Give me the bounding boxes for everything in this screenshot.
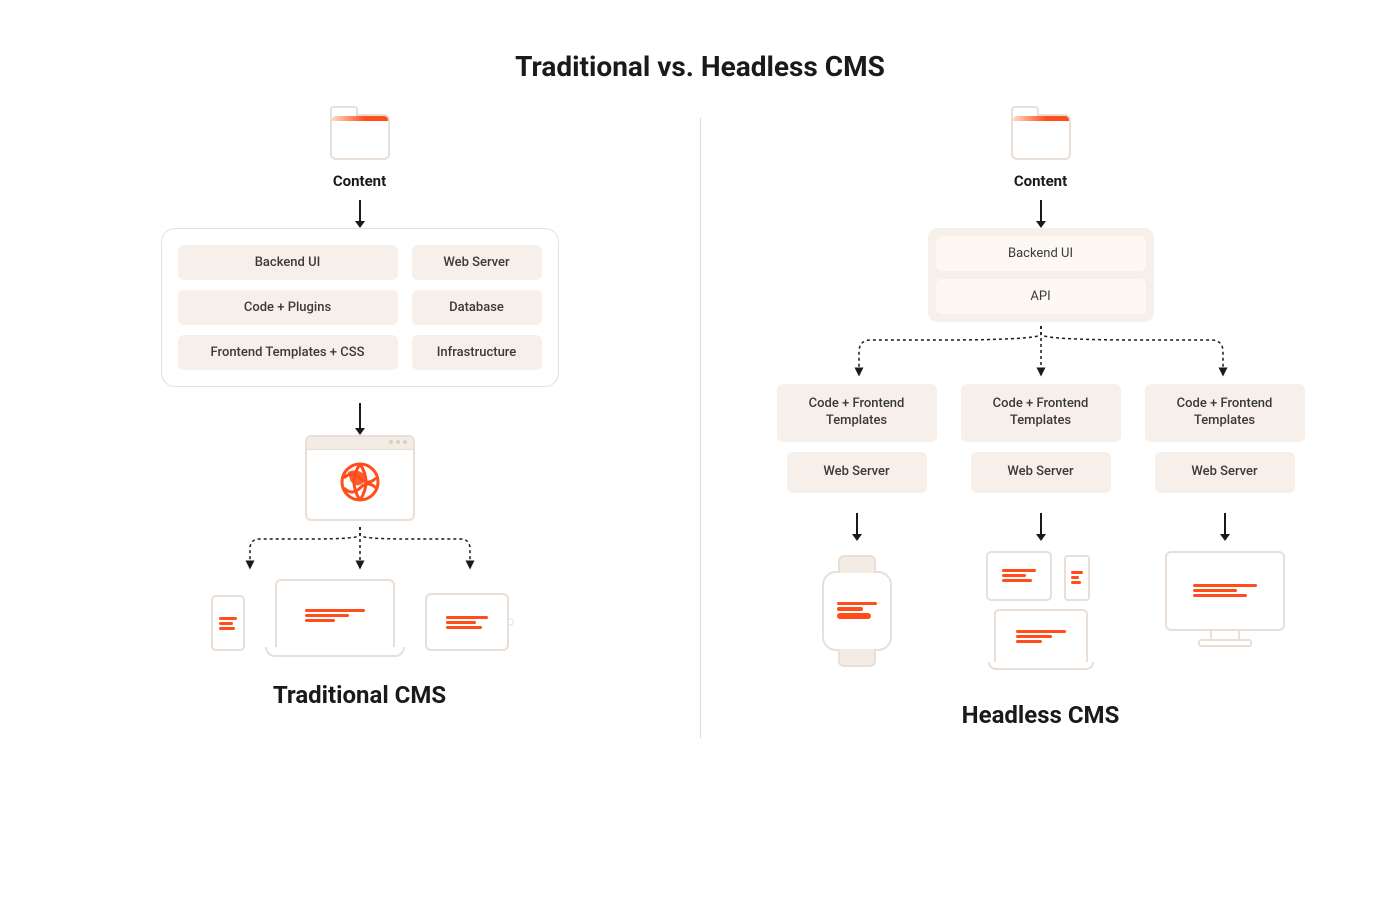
pill-web-server: Web Server [787,452,927,493]
pill-web-server: Web Server [412,245,542,280]
headless-branches: Code + Frontend Templates Web Server Cod… [777,384,1305,671]
pill-code-frontend: Code + Frontend Templates [777,384,937,442]
branch-2: Code + Frontend Templates Web Server [961,384,1121,671]
branch-dashed-wide-icon [781,322,1301,378]
arrow-down-icon [359,200,361,222]
pill-web-server: Web Server [971,452,1111,493]
monolith-stack: Backend UI Code + Plugins Frontend Templ… [161,228,559,387]
subtitle-headless: Headless CMS [962,701,1120,729]
smartwatch-icon [822,571,892,651]
branch-dashed-icon [220,525,500,571]
arrow-down-icon [1040,200,1042,222]
pill-frontend-templates: Frontend Templates + CSS [178,335,398,370]
pill-code-frontend: Code + Frontend Templates [961,384,1121,442]
pill-backend-ui: Backend UI [178,245,398,280]
pill-code-plugins: Code + Plugins [178,290,398,325]
folder-icon [330,114,390,160]
arrow-down-icon [856,513,858,535]
headless-column: Content Backend UI API Code + Frontend T… [701,108,1381,729]
pill-backend-ui: Backend UI [936,236,1146,271]
arrow-down-icon [1040,513,1042,535]
pill-api: API [936,279,1146,314]
subtitle-traditional: Traditional CMS [273,681,446,709]
phone-icon [211,595,245,651]
arrow-down-icon [1224,513,1226,535]
laptop-icon [275,579,395,651]
multi-device-icon [986,551,1096,671]
content-label-right: Content [1014,172,1067,190]
folder-icon [1011,114,1071,160]
arrow-down-icon [359,403,361,429]
branch-1: Code + Frontend Templates Web Server [777,384,937,671]
pill-infrastructure: Infrastructure [412,335,542,370]
headless-core: Backend UI API [928,228,1154,322]
monitor-stand-icon [1210,629,1240,643]
diagram-split: Content Backend UI Code + Plugins Fronte… [0,108,1400,738]
device-row [211,579,509,651]
pill-code-frontend: Code + Frontend Templates [1145,384,1305,442]
tablet-icon [425,593,509,651]
page-title: Traditional vs. Headless CMS [0,0,1400,108]
monitor-icon [1165,551,1285,631]
branch-3: Code + Frontend Templates Web Server [1145,384,1305,671]
browser-icon [305,435,415,521]
globe-icon [338,460,382,504]
pill-database: Database [412,290,542,325]
content-label-left: Content [333,172,386,190]
pill-web-server: Web Server [1155,452,1295,493]
traditional-column: Content Backend UI Code + Plugins Fronte… [20,108,700,709]
